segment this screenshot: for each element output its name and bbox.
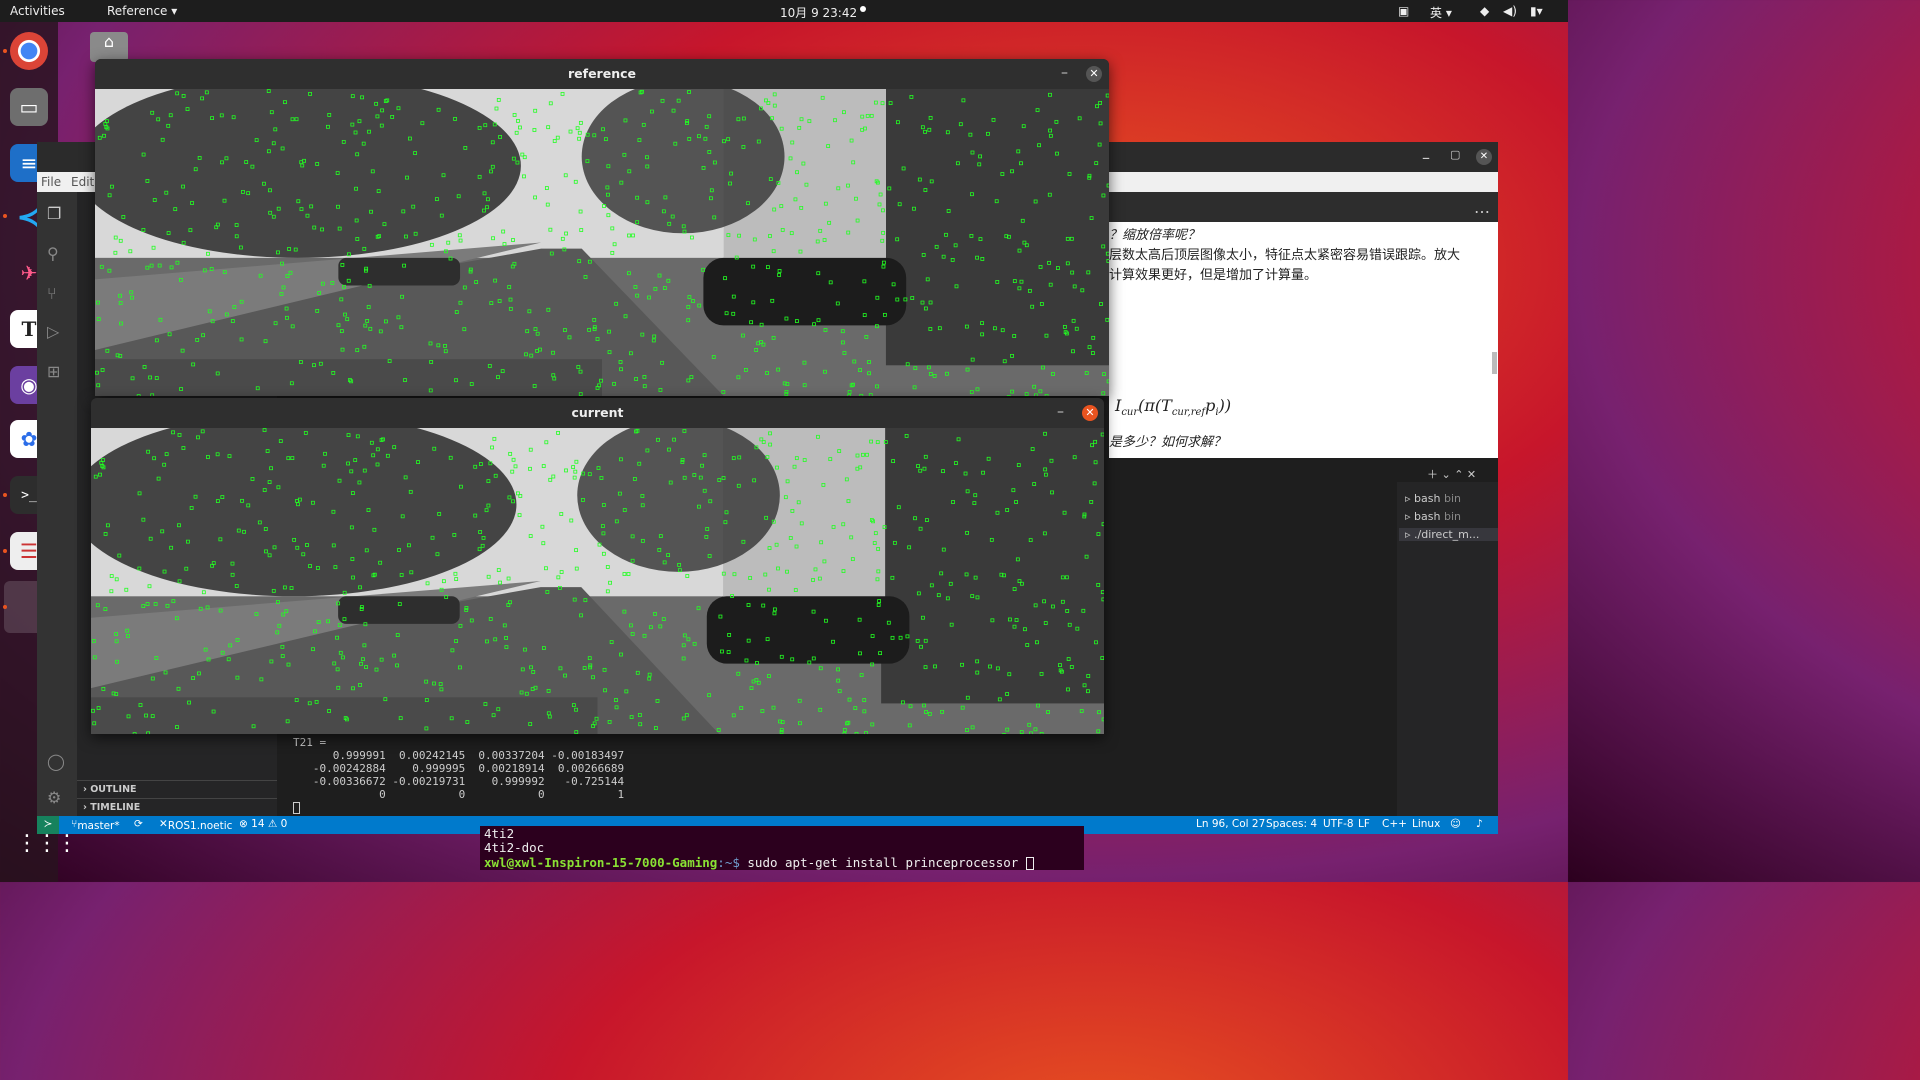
term-line-5: 0 0 0 1 bbox=[293, 788, 625, 801]
car-left bbox=[338, 257, 461, 286]
integrated-terminal[interactable]: T21 = 0.999991 0.00242145 0.00337204 -0.… bbox=[277, 732, 1397, 822]
eol[interactable]: LF bbox=[1358, 818, 1370, 830]
preview-line-3: 计算效果更好，但是增加了计算量。 bbox=[1109, 268, 1318, 283]
preview-scrollbar[interactable] bbox=[1492, 352, 1497, 374]
indentation[interactable]: Spaces: 4 bbox=[1266, 818, 1317, 830]
current-close-icon[interactable]: ✕ bbox=[1082, 405, 1098, 421]
app-menu[interactable]: Reference ▾ bbox=[107, 4, 177, 18]
home-folder-icon[interactable]: ⌂ bbox=[90, 32, 128, 62]
problems-count[interactable]: ⊗ 14 ⚠ 0 bbox=[239, 818, 287, 830]
outline-section[interactable]: › OUTLINE bbox=[77, 780, 277, 798]
wifi-icon[interactable]: ◆ bbox=[1480, 4, 1489, 18]
feedback-icon[interactable]: ☺ bbox=[1450, 818, 1461, 830]
display-icon[interactable]: ▣ bbox=[1398, 4, 1409, 18]
terminal-actions[interactable]: ＋ ⌄ ⌃ ✕ bbox=[1427, 466, 1476, 482]
git-branch[interactable]: ⑂ master* bbox=[71, 818, 120, 832]
chrome-icon[interactable] bbox=[10, 32, 48, 70]
notification-dot bbox=[860, 6, 866, 12]
cursor-position[interactable]: Ln 96, Col 27 bbox=[1196, 818, 1265, 830]
menu-edit[interactable]: Edit bbox=[71, 175, 94, 189]
preview-line-2: 层数太高后顶层图像太小，特征点太紧密容易错误跟踪。放大 bbox=[1109, 248, 1461, 263]
activity-bar: ❐ ⚲ ⑂ ▷ ⊞ ◯ ⚙ bbox=[37, 192, 77, 822]
term-line-2: 0.999991 0.00242145 0.00337204 -0.001834… bbox=[293, 749, 625, 762]
terminal-tab-3[interactable]: ▹ ./direct_m... bbox=[1399, 528, 1498, 541]
current-title: current bbox=[91, 398, 1104, 428]
input-method[interactable]: 英 ▾ bbox=[1430, 4, 1452, 21]
term-line-3: -0.00242884 0.999995 0.00218914 0.002666… bbox=[293, 762, 625, 775]
terminal-list: ＋ ⌄ ⌃ ✕ ▹ bash bin ▹ bash bin ▹ ./direct… bbox=[1397, 468, 1498, 822]
more-actions-icon[interactable]: … bbox=[1474, 198, 1490, 217]
maximize-icon[interactable]: ▢ bbox=[1450, 148, 1460, 161]
activities-button[interactable]: Activities bbox=[10, 4, 65, 18]
settings-gear-icon[interactable]: ⚙ bbox=[47, 788, 61, 807]
explorer-icon[interactable]: ❐ bbox=[47, 204, 61, 223]
bterm-prompt: xwl@xwl-Inspiron-15-7000-Gaming:~$ sudo … bbox=[484, 855, 1034, 870]
term-line-1: T21 = bbox=[293, 736, 333, 749]
reference-window: reference – ✕ bbox=[95, 59, 1109, 396]
terminal-cursor bbox=[293, 802, 300, 814]
close-icon[interactable]: ✕ bbox=[1476, 149, 1492, 165]
bterm-line-2: 4ti2-doc bbox=[484, 840, 545, 855]
preview-line-4: 是多少？如何求解？ bbox=[1109, 435, 1227, 450]
notifications-icon[interactable]: ♪ bbox=[1476, 818, 1483, 830]
search-icon[interactable]: ⚲ bbox=[47, 244, 59, 263]
preview-line-1: ？缩放倍率呢？ bbox=[1109, 228, 1201, 243]
building-right bbox=[881, 428, 1104, 704]
battery-icon[interactable]: ▮▾ bbox=[1530, 4, 1543, 18]
terminal-tab-1[interactable]: ▹ bash bin bbox=[1405, 492, 1461, 505]
remote-icon[interactable]: ≻ bbox=[37, 816, 59, 834]
top-bar: Activities Reference ▾ 10月 9 23:42 ▣ 英 ▾… bbox=[0, 0, 1568, 22]
bterm-line-1: 4ti2 bbox=[484, 826, 515, 841]
road-shadow bbox=[95, 359, 602, 396]
show-apps-icon[interactable]: ⋮⋮⋮ bbox=[16, 833, 78, 855]
reference-minimize-icon[interactable]: – bbox=[1061, 65, 1068, 81]
extensions-icon[interactable]: ⊞ bbox=[47, 362, 60, 381]
files-icon[interactable]: ▭ bbox=[10, 88, 48, 126]
reference-image bbox=[95, 89, 1109, 396]
minimize-icon[interactable]: – bbox=[1422, 148, 1430, 167]
reference-close-icon[interactable]: ✕ bbox=[1086, 66, 1102, 82]
formula: Icur(π(Tcur,refpi)) bbox=[1115, 396, 1232, 419]
timeline-section[interactable]: › TIMELINE bbox=[77, 798, 277, 816]
term-line-4: -0.00336672 -0.00219731 0.999992 -0.7251… bbox=[293, 775, 625, 788]
current-window: current – ✕ bbox=[91, 398, 1104, 734]
current-minimize-icon[interactable]: – bbox=[1057, 404, 1064, 420]
building-right bbox=[885, 89, 1109, 366]
editor-tab-bar: … bbox=[1109, 192, 1498, 222]
clock[interactable]: 10月 9 23:42 bbox=[780, 4, 857, 21]
language-mode[interactable]: C++ bbox=[1382, 818, 1407, 830]
terminal-tab-2[interactable]: ▹ bash bin bbox=[1405, 510, 1461, 523]
gnome-terminal[interactable]: 4ti2 4ti2-doc xwl@xwl-Inspiron-15-7000-G… bbox=[480, 826, 1084, 870]
volume-icon[interactable]: ◀) bbox=[1503, 4, 1517, 18]
reference-title: reference bbox=[95, 59, 1109, 89]
source-control-icon[interactable]: ⑂ bbox=[47, 284, 57, 303]
car-left bbox=[338, 596, 460, 624]
run-icon[interactable]: ▷ bbox=[47, 322, 59, 341]
ros-env[interactable]: ✕ ROS1.noetic bbox=[159, 818, 232, 832]
markdown-preview: ？缩放倍率呢？ 层数太高后顶层图像太小，特征点太紧密容易错误跟踪。放大 计算效果… bbox=[1109, 222, 1498, 458]
encoding[interactable]: UTF-8 bbox=[1323, 818, 1354, 830]
current-image bbox=[91, 428, 1104, 734]
sync-icon[interactable]: ⟳ bbox=[134, 818, 143, 830]
os-indicator[interactable]: Linux bbox=[1412, 818, 1440, 830]
account-icon[interactable]: ◯ bbox=[47, 752, 65, 771]
menu-file[interactable]: File bbox=[41, 175, 61, 189]
road-shadow bbox=[91, 697, 598, 734]
